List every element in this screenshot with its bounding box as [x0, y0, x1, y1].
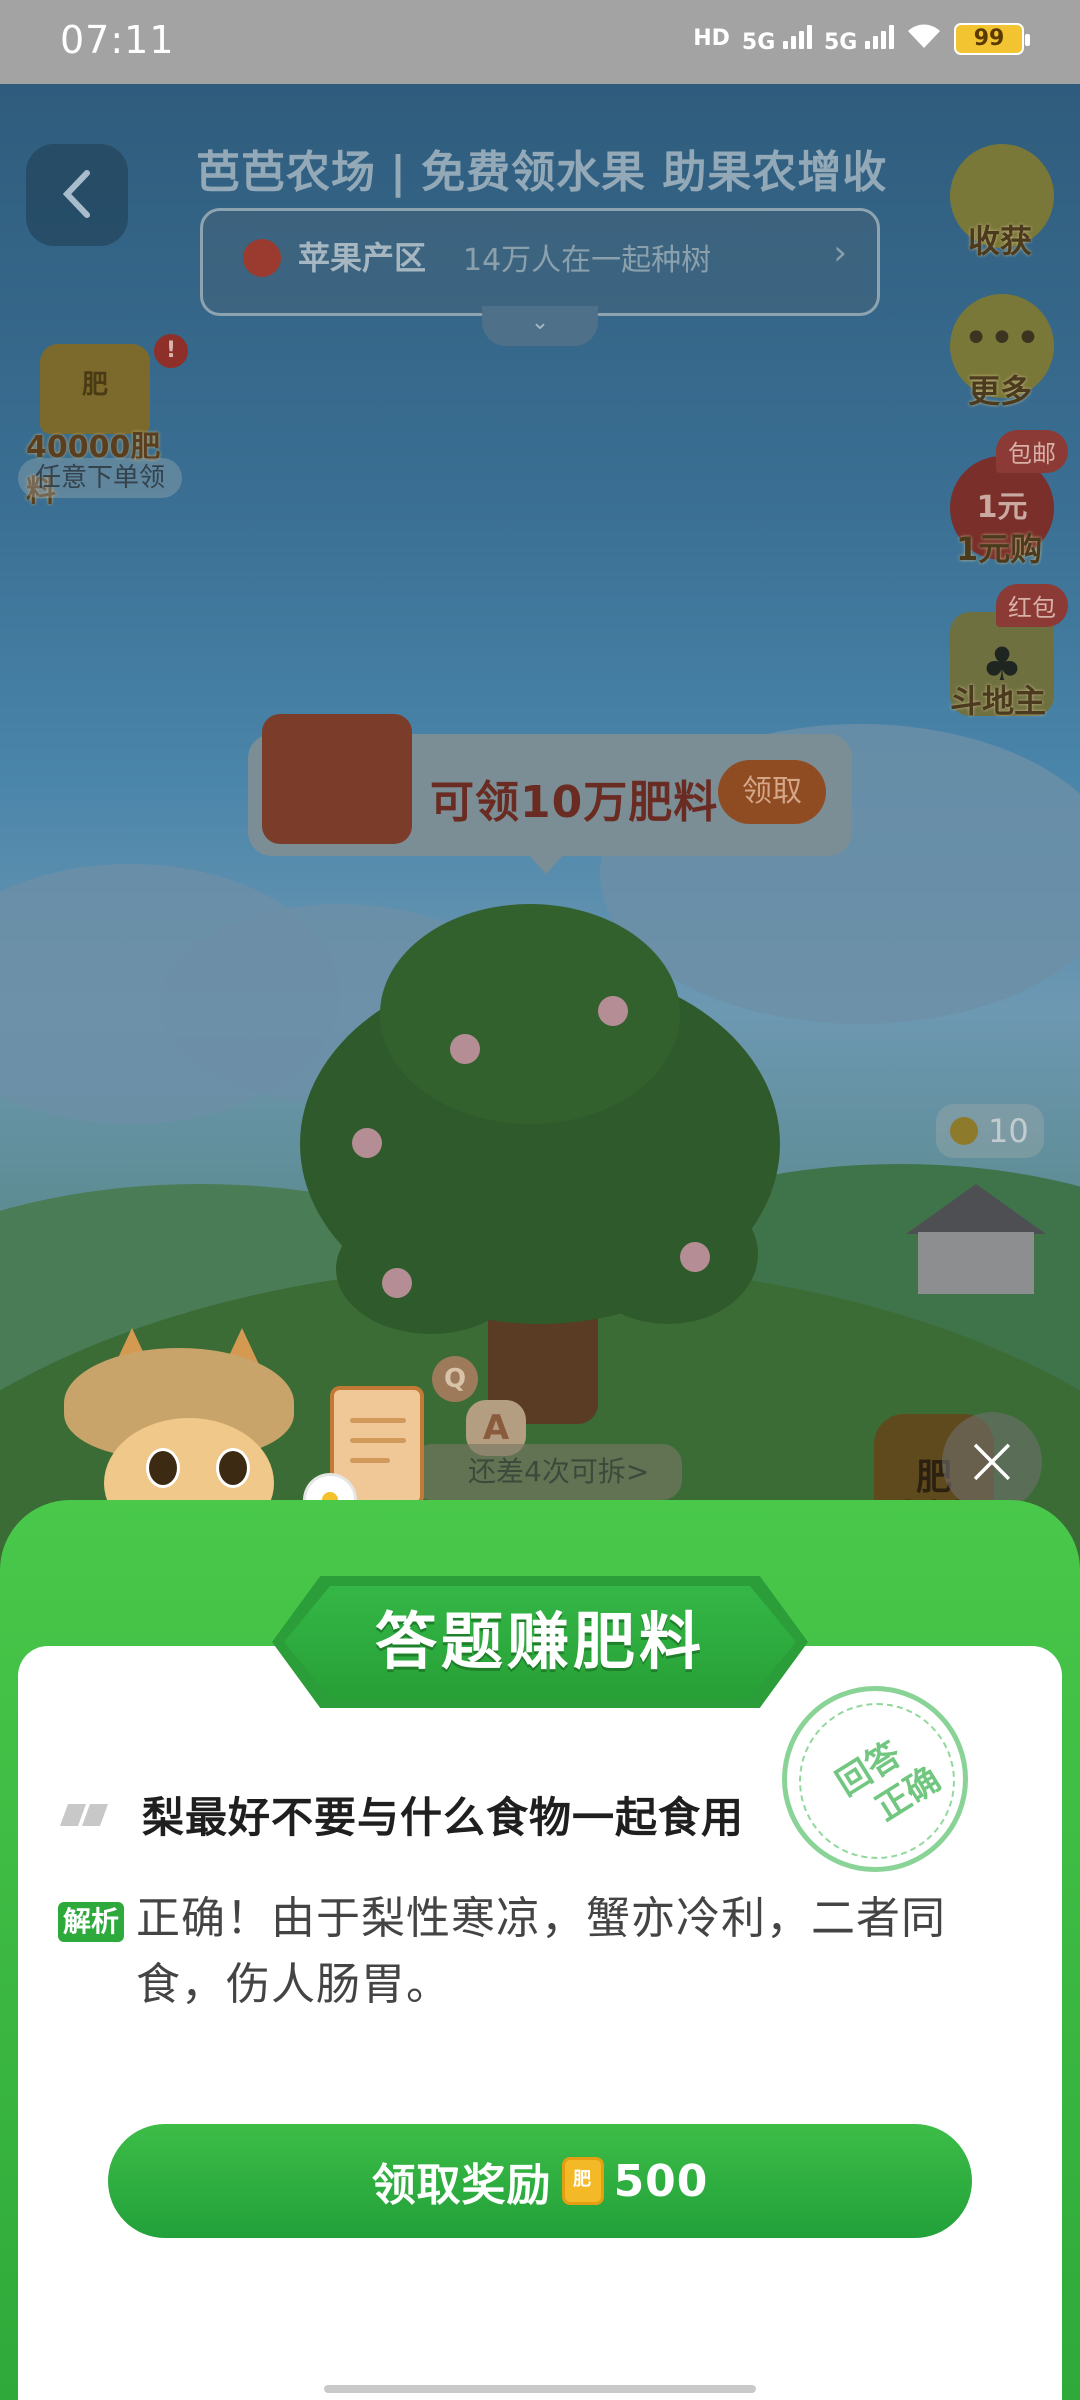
farm-title: 芭芭农场 | 免费领水果 助果农增收: [196, 136, 887, 200]
region-selector[interactable]: 苹果产区 14万人在一起种树 ›: [200, 208, 880, 316]
farm-title-right: 免费领水果 助果农增收: [421, 147, 888, 198]
close-button[interactable]: ×: [942, 1412, 1042, 1512]
home-indicator[interactable]: [324, 2385, 756, 2393]
reward-label: 领取奖励: [371, 2160, 552, 2211]
status-bar: 07:11 HD 5G 5G 99: [0, 0, 1080, 84]
wifi-icon: [906, 22, 942, 55]
fertilizer-order-badge[interactable]: 肥 ! 40000肥料 任意下单领: [16, 334, 188, 509]
region-count: 14万人在一起种树: [463, 243, 712, 278]
bag-label: 肥: [81, 370, 108, 400]
fertilizer-coin-icon: 肥: [561, 2157, 604, 2205]
battery-icon: 99: [954, 22, 1030, 55]
bubble-tail: [528, 854, 564, 874]
free-shipping-tag: 包邮: [996, 430, 1068, 473]
signal-bars-icon: [782, 23, 812, 49]
claim-button[interactable]: 领取: [718, 760, 826, 824]
blossom: [680, 1242, 710, 1272]
claim-text: 可领10万肥料: [430, 777, 719, 828]
question-text: 梨最好不要与什么食物一起食用: [142, 1793, 745, 1842]
signal-label: 5G: [741, 30, 776, 55]
coin-count: 10: [988, 1112, 1029, 1150]
quiz-title: 答题赚肥料: [374, 1605, 705, 1678]
blossom: [382, 1268, 412, 1298]
quote-icon: [59, 1804, 109, 1826]
harvest-label: 收获: [968, 222, 1033, 260]
treasure-chest-icon: [262, 714, 412, 844]
fertilizer-bag-icon: 肥: [40, 344, 150, 434]
apple-icon: [243, 239, 281, 277]
cellular-5g-icon-2: 5G: [824, 23, 894, 54]
tree-crown: [336, 1204, 526, 1334]
more-label: 更多: [968, 372, 1033, 410]
fertilizer-badge-sub: 任意下单领: [18, 458, 182, 498]
reward-amount: 500: [613, 2155, 709, 2207]
one-yuan-label: 1元购: [956, 530, 1043, 568]
landlord-label: 斗地主: [950, 682, 1047, 720]
hd-icon: HD: [693, 25, 730, 51]
correct-stamp: 回答 正确: [782, 1686, 968, 1872]
expand-tab[interactable]: ⌄: [482, 306, 598, 346]
alert-icon: !: [154, 334, 188, 368]
status-time: 07:11: [60, 18, 175, 62]
analysis-text: 正确！由于梨性寒凉，蟹亦冷利，二者同食，伤人肠胃。: [136, 1893, 946, 2010]
claim-fertilizer-bubble[interactable]: 可领10万肥料 领取: [248, 714, 852, 874]
farm-title-left: 芭芭农场: [196, 147, 376, 198]
chevron-down-icon: ⌄: [530, 310, 550, 335]
back-button[interactable]: [26, 144, 128, 246]
coin-pill[interactable]: 10: [936, 1104, 1044, 1158]
signal-label-2: 5G: [823, 30, 858, 55]
coin-icon: [950, 1117, 978, 1145]
title-separator: |: [390, 147, 408, 198]
status-icons: HD 5G 5G 99: [693, 22, 1030, 55]
remaining-box-pill[interactable]: 还差4次可拆>: [412, 1444, 682, 1500]
close-icon: ×: [962, 1419, 1022, 1501]
blossom: [598, 996, 628, 1026]
red-packet-tag: 红包: [996, 584, 1068, 627]
farm-house: [906, 1184, 1046, 1294]
chevron-right-icon: ›: [833, 233, 847, 273]
question-bubble-icon: Q: [432, 1356, 478, 1402]
blossom: [352, 1128, 382, 1158]
blossom: [450, 1034, 480, 1064]
analysis-tag: 解析: [58, 1902, 124, 1942]
tree-crown: [380, 904, 680, 1124]
back-chevron-icon: [62, 170, 90, 218]
claim-reward-button[interactable]: 领取奖励 肥 500: [108, 2124, 972, 2238]
cellular-5g-icon: 5G: [742, 23, 812, 54]
signal-bars-icon-2: [865, 23, 894, 49]
region-name: 苹果产区: [298, 239, 427, 277]
tree-crown: [578, 1184, 758, 1324]
